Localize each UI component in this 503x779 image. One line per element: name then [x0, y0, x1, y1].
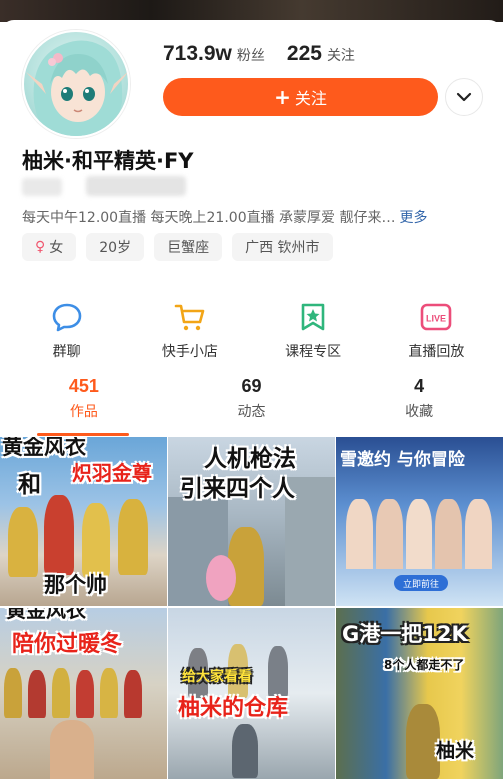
tab-label: 动态 [237, 404, 266, 420]
character-figure [232, 724, 258, 778]
profile-card: 713.9w 粉丝 225 关注 + 关注 柚米·和平精英·FY 每天中午12.… [0, 20, 503, 440]
profile-tags: ♀ 女 20岁 巨蟹座 广西 钦州市 [22, 233, 333, 261]
service-group-chat[interactable]: 群聊 [12, 302, 122, 361]
profile-bio: 每天中午12.00直播 每天晚上21.00直播 承蒙厚爱 靓仔来… 更多 [22, 207, 492, 227]
location-tag: 广西 钦州市 [232, 233, 333, 261]
video-caption: 柚米 [436, 740, 475, 762]
tab-favorites[interactable]: 4 收藏 [335, 376, 503, 421]
video-caption: 给大家看看 [182, 669, 252, 685]
shop-cart-icon [174, 304, 205, 331]
poster-people [346, 499, 492, 569]
video-caption: 人机枪法 [204, 446, 296, 472]
character-figure [28, 670, 46, 718]
character-figure [100, 668, 118, 718]
poster-cta-label: 立即前往 [402, 579, 439, 590]
fans-label[interactable]: 粉丝 [237, 45, 265, 65]
age-tag: 20岁 [86, 233, 145, 261]
video-caption: 黄金风衣 [6, 608, 86, 622]
tab-count: 451 [68, 376, 99, 396]
service-shortcuts: 群聊 快手小店 课程专区 LIVE 直播回放 [0, 302, 503, 361]
gender-label: 女 [49, 240, 64, 256]
character-figure [4, 668, 22, 718]
video-grid: 黄金风衣 和 炽羽金尊 那个帅 人机枪法 引来四个人 雪邀约 与你冒险 立即前往 [0, 437, 503, 779]
video-thumbnail[interactable]: 人机枪法 引来四个人 [168, 437, 335, 606]
video-caption: 雪邀约 与你冒险 [340, 450, 465, 470]
video-caption: 炽羽金尊 [72, 461, 152, 485]
service-label: 群聊 [52, 344, 81, 360]
character-figure [76, 670, 94, 718]
gender-tag: ♀ 女 [22, 233, 77, 261]
tab-count: 4 [414, 376, 425, 396]
video-caption: 和 [18, 472, 41, 498]
video-thumbnail[interactable]: 雪邀约 与你冒险 立即前往 [336, 437, 503, 606]
live-replay-icon: LIVE [421, 303, 452, 331]
following-label[interactable]: 关注 [327, 45, 355, 65]
profile-stats: 713.9w 粉丝 225 关注 [163, 42, 377, 66]
chevron-down-icon [456, 92, 472, 102]
service-label: 课程专区 [285, 344, 342, 360]
poster-cta-button: 立即前往 [394, 575, 448, 591]
video-thumbnail[interactable]: 给大家看看 柚米的仓库 [168, 608, 335, 779]
character-figure [52, 668, 70, 718]
tab-label: 作品 [69, 404, 98, 420]
video-caption: 陪你过暖冬 [12, 632, 123, 657]
fans-count[interactable]: 713.9w [163, 42, 232, 66]
tab-moments[interactable]: 69 动态 [168, 376, 336, 421]
follow-button-label: 关注 [294, 89, 327, 108]
follow-button[interactable]: + 关注 [163, 78, 438, 116]
character-figure [82, 503, 110, 577]
video-caption: 引来四个人 [180, 476, 295, 502]
following-count[interactable]: 225 [287, 42, 322, 66]
bio-text: 每天中午12.00直播 每天晚上21.00直播 承蒙厚爱 靓仔来… [22, 210, 396, 226]
service-live-replay[interactable]: LIVE 直播回放 [381, 302, 491, 361]
character-figure [406, 704, 440, 779]
profile-name: 柚米·和平精英·FY [22, 149, 194, 173]
tab-label: 收藏 [405, 404, 434, 420]
video-caption: 8个人都走不了 [384, 658, 465, 672]
character-figure [8, 507, 38, 577]
video-thumbnail[interactable]: G港一把12K 8个人都走不了 柚米 [336, 608, 503, 779]
tab-count: 69 [241, 376, 262, 396]
expand-recommendations-button[interactable] [445, 78, 483, 116]
service-label: 直播回放 [408, 344, 465, 360]
header-banner [0, 0, 503, 22]
character-figure [206, 555, 236, 601]
video-caption: G港一把12K [342, 622, 468, 646]
video-thumbnail[interactable]: 黄金风衣 和 炽羽金尊 那个帅 [0, 437, 167, 606]
video-thumbnail[interactable]: 黄金风衣 陪你过暖冬 [0, 608, 167, 779]
character-figure [124, 670, 142, 718]
character-figure [118, 499, 148, 575]
weapon-hand [50, 720, 94, 779]
service-course[interactable]: 课程专区 [258, 302, 368, 361]
bio-more-link[interactable]: 更多 [400, 210, 428, 226]
avatar[interactable] [22, 30, 130, 138]
content-tabs: 451 作品 69 动态 4 收藏 [0, 376, 503, 421]
service-shop[interactable]: 快手小店 [135, 302, 245, 361]
chat-icon [52, 303, 81, 332]
zodiac-tag: 巨蟹座 [154, 233, 223, 261]
female-icon: ♀ [35, 239, 46, 255]
course-star-icon [301, 303, 325, 331]
character-figure [44, 495, 74, 575]
tab-works[interactable]: 451 作品 [0, 376, 168, 421]
svg-text:LIVE: LIVE [426, 314, 446, 324]
video-caption: 柚米的仓库 [178, 696, 289, 721]
video-caption: 那个帅 [44, 573, 107, 597]
redacted-info [86, 176, 186, 196]
service-label: 快手小店 [161, 344, 218, 360]
redacted-id [22, 178, 62, 196]
active-tab-indicator [37, 433, 129, 436]
plus-icon: + [274, 85, 291, 109]
